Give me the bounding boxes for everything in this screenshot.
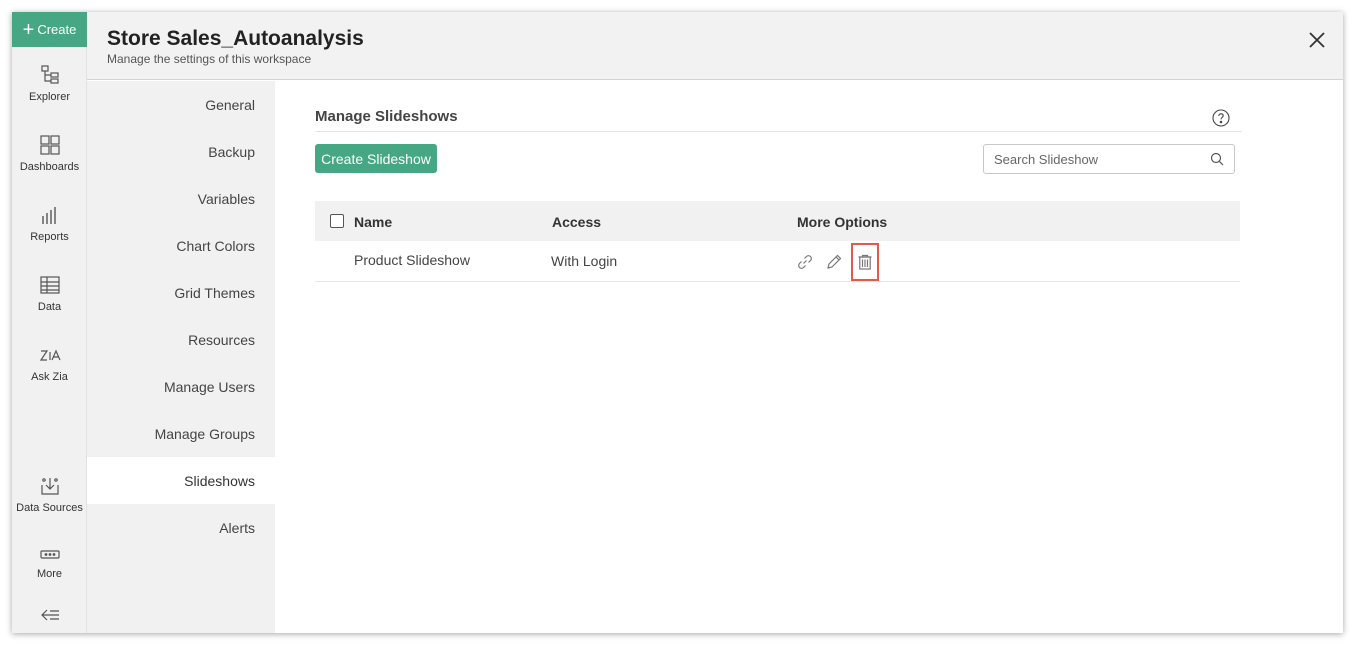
more-icon	[39, 550, 60, 559]
rail-label: Data	[37, 301, 62, 313]
nav-label: Resources	[188, 331, 255, 348]
nav-item-chart-colors[interactable]: Chart Colors	[87, 222, 275, 269]
nav-item-manage-users[interactable]: Manage Users	[87, 363, 275, 410]
section-divider	[315, 131, 1242, 132]
create-label: Create	[37, 22, 77, 37]
slideshow-access: With Login	[551, 253, 618, 269]
table-header: Name Access More Options	[315, 201, 1240, 241]
rail-label: Ask Zia	[31, 371, 68, 383]
dialog-header: Store Sales_Autoanalysis Manage the sett…	[87, 12, 1343, 80]
nav-label: General	[205, 96, 255, 113]
workspace-subtitle: Manage the settings of this workspace	[107, 52, 312, 66]
ask-zia-icon	[39, 349, 61, 361]
workspace-title: Store Sales_Autoanalysis	[107, 27, 364, 50]
rail-item-ask-zia[interactable]: Ask Zia	[12, 344, 87, 383]
nav-item-resources[interactable]: Resources	[87, 316, 275, 363]
create-button[interactable]: + Create	[12, 12, 87, 47]
nav-item-backup[interactable]: Backup	[87, 128, 275, 175]
left-rail: + Create Explorer Dashboards Reports Dat…	[12, 12, 87, 633]
nav-label: Grid Themes	[174, 284, 255, 301]
nav-item-variables[interactable]: Variables	[87, 175, 275, 222]
explorer-icon	[40, 65, 59, 84]
rail-item-dashboards[interactable]: Dashboards	[12, 134, 87, 173]
workspace-settings-dialog: + Create Explorer Dashboards Reports Dat…	[12, 12, 1343, 633]
help-icon[interactable]	[1212, 109, 1230, 127]
rail-label: Dashboards	[19, 161, 80, 173]
data-sources-icon	[40, 478, 59, 495]
nav-label: Alerts	[219, 519, 255, 536]
column-header-name: Name	[354, 214, 393, 230]
nav-label: Variables	[197, 190, 255, 207]
data-icon	[39, 276, 60, 294]
nav-label: Slideshows	[184, 472, 255, 489]
nav-label: Backup	[208, 143, 255, 160]
search-box[interactable]	[983, 144, 1235, 174]
search-icon[interactable]	[1210, 152, 1224, 166]
link-icon[interactable]	[796, 253, 814, 271]
nav-label: Chart Colors	[176, 237, 255, 254]
collapse-rail-button[interactable]	[12, 607, 87, 628]
rail-label: Explorer	[29, 91, 70, 103]
rail-item-explorer[interactable]: Explorer	[12, 64, 87, 103]
rail-label: Reports	[30, 231, 69, 243]
rail-label: Data Sources	[16, 502, 83, 514]
select-all-checkbox[interactable]	[330, 214, 344, 228]
reports-icon	[41, 207, 56, 224]
nav-label: Manage Groups	[154, 425, 255, 442]
search-input[interactable]	[994, 151, 1204, 167]
settings-nav: General Backup Variables Chart Colors Gr…	[87, 81, 275, 633]
plus-icon: +	[22, 18, 35, 41]
nav-item-alerts[interactable]: Alerts	[87, 504, 275, 551]
create-slideshow-button[interactable]: Create Slideshow	[315, 144, 437, 173]
dashboards-icon	[39, 135, 60, 155]
section-title: Manage Slideshows	[315, 108, 458, 125]
table-row: Product Slideshow With Login	[315, 241, 1240, 282]
slideshow-name-link[interactable]: Product Slideshow	[354, 252, 470, 268]
rail-item-more[interactable]: More	[12, 547, 87, 580]
rail-item-data[interactable]: Data	[12, 274, 87, 313]
close-icon[interactable]	[1307, 30, 1327, 50]
rail-item-reports[interactable]: Reports	[12, 204, 87, 243]
nav-item-manage-groups[interactable]: Manage Groups	[87, 410, 275, 457]
collapse-icon	[40, 609, 59, 621]
column-header-more-options: More Options	[797, 214, 888, 230]
nav-item-grid-themes[interactable]: Grid Themes	[87, 269, 275, 316]
nav-item-slideshows[interactable]: Slideshows	[87, 457, 275, 504]
nav-label: Manage Users	[163, 378, 255, 395]
rail-label: More	[36, 568, 63, 580]
column-header-access: Access	[552, 214, 602, 230]
main-content: Manage Slideshows Create Slideshow Name …	[275, 81, 1343, 633]
nav-item-general[interactable]: General	[87, 81, 275, 128]
delete-icon[interactable]	[856, 253, 874, 271]
rail-item-data-sources[interactable]: Data Sources	[12, 475, 87, 514]
slideshows-table: Name Access More Options Product Slidesh…	[315, 201, 1240, 282]
edit-icon[interactable]	[825, 253, 843, 271]
